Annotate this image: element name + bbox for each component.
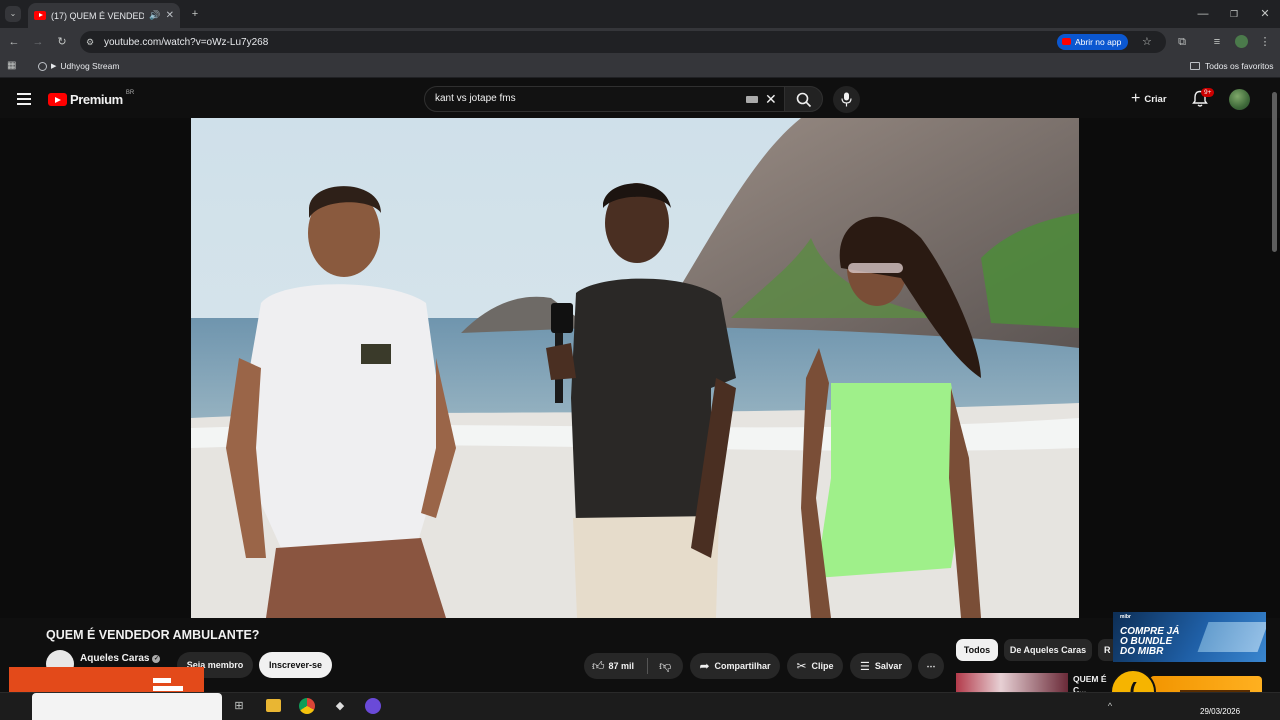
create-button[interactable]: + Criar — [1131, 90, 1167, 108]
app-purple-icon[interactable] — [365, 698, 381, 714]
task-view-icon[interactable]: ⊞ — [232, 699, 246, 713]
youtube-app-icon — [1062, 38, 1071, 45]
clip-label: Clipe — [811, 661, 834, 671]
taskbar-search-box[interactable] — [32, 693, 222, 720]
all-bookmarks-button[interactable]: Todos os favoritos — [1190, 61, 1274, 71]
like-count: 87 mil — [608, 661, 635, 671]
chip-all[interactable]: Todos — [956, 639, 998, 661]
video-title: QUEM É VENDEDOR AMBULANTE? — [46, 628, 260, 642]
open-in-app-button[interactable]: Abrir no app — [1057, 34, 1129, 50]
like-dislike-group: 👍︎ 87 mil 👎︎ — [584, 653, 683, 679]
reload-icon[interactable]: ↻ — [55, 35, 69, 49]
chrome-taskbar-icon[interactable] — [299, 698, 315, 714]
tray-chevron-icon[interactable]: ^ — [1105, 699, 1115, 713]
channel-name-text: Aqueles Caras — [80, 653, 150, 664]
keyboard-icon[interactable] — [746, 96, 758, 103]
restore-icon[interactable]: ❐ — [1227, 7, 1241, 21]
file-explorer-icon[interactable] — [266, 699, 281, 712]
clear-search-icon[interactable]: ✕ — [765, 87, 777, 111]
save-button[interactable]: ☰ Salvar — [850, 653, 912, 679]
audio-playing-icon[interactable]: 🔊 — [149, 10, 160, 21]
search-button[interactable] — [784, 86, 823, 112]
scissors-icon: ✂ — [796, 659, 807, 673]
window-close-icon[interactable]: ✕ — [1258, 7, 1272, 21]
thumbs-up-icon: 👍︎ — [592, 658, 605, 673]
minimize-icon[interactable]: — — [1196, 7, 1210, 21]
page-scrollbar-thumb[interactable] — [1272, 92, 1277, 252]
like-button[interactable]: 👍︎ 87 mil — [592, 659, 634, 674]
profile-avatar[interactable] — [1235, 35, 1248, 48]
ad-text: COMPRE JÁ O BUNDLE DO MIBR — [1120, 627, 1179, 657]
share-label: Compartilhar — [714, 661, 771, 671]
notifications-button[interactable]: 9+ — [1192, 88, 1215, 113]
create-label: Criar — [1144, 93, 1167, 105]
back-icon[interactable]: ← — [7, 35, 21, 49]
voice-search-button[interactable] — [833, 86, 860, 113]
tab-search-chevron-icon[interactable]: ⌄ — [5, 6, 21, 22]
chrome-menu-icon[interactable]: ⋮ — [1258, 35, 1272, 49]
more-actions-button[interactable]: ⋯ — [918, 653, 944, 679]
new-tab-icon[interactable]: + — [188, 7, 202, 21]
app-diamond-icon[interactable]: ◆ — [333, 699, 347, 713]
globe-icon — [38, 61, 47, 71]
apps-grid-icon[interactable]: ▦ — [7, 59, 16, 73]
hamburger-menu-icon[interactable] — [17, 93, 31, 105]
play-icon: ▶ — [51, 63, 57, 70]
media-controls-icon[interactable]: ≡ — [1210, 35, 1224, 49]
video-frame-image — [191, 118, 1079, 618]
microphone-icon — [841, 92, 852, 107]
recommendation-thumbnail[interactable] — [956, 673, 1068, 692]
clip-button[interactable]: ✂ Clipe — [787, 653, 843, 679]
bookmark-udhyog-stream[interactable]: ▶ Udhyog Stream — [38, 61, 119, 71]
like-divider — [647, 658, 649, 674]
save-label: Salvar — [874, 661, 902, 671]
more-horizontal-icon: ⋯ — [926, 660, 936, 671]
subscribe-button[interactable]: Inscrever-se — [259, 652, 332, 678]
site-info-icon[interactable]: ⚙ — [86, 35, 94, 49]
chip-channel[interactable]: De Aqueles Caras — [1004, 639, 1092, 661]
bookmarks-bar: ▦ ▶ Udhyog Stream Todos os favoritos — [0, 56, 1280, 78]
windows-taskbar: ⊞ ◆ ^ 29/03/2026 — [0, 692, 1280, 720]
tab-title: (17) QUEM É VENDEDOR AI — [51, 10, 145, 21]
ad-brand: mibr — [1120, 614, 1131, 620]
thumbs-down-icon[interactable]: 👎︎ — [659, 659, 671, 674]
mibr-ad-banner[interactable]: mibr COMPRE JÁ O BUNDLE DO MIBR — [1113, 612, 1266, 662]
folder-icon — [1190, 62, 1200, 70]
share-button[interactable]: ➦ Compartilhar — [690, 653, 780, 679]
ad-weapon-graphic — [1197, 622, 1266, 652]
account-avatar[interactable] — [1229, 89, 1250, 110]
plus-icon: + — [1131, 90, 1141, 107]
region-code: BR — [125, 89, 135, 96]
search-icon — [796, 92, 812, 108]
search-input[interactable]: kant vs jotape fms ✕ — [424, 86, 785, 112]
extensions-icon[interactable]: ⧉ — [1175, 35, 1189, 49]
url-text: youtube.com/watch?v=oWz-Lu7y268 — [104, 36, 269, 48]
youtube-premium-logo[interactable]: Premium BR — [48, 89, 135, 107]
subscribe-label: Inscrever-se — [268, 660, 323, 670]
bookmark-label: Udhyog Stream — [60, 61, 120, 71]
chip-channel-label: De Aqueles Caras — [1009, 645, 1087, 655]
bookmark-star-icon[interactable]: ☆ — [1142, 35, 1152, 49]
logo-text: Premium — [70, 92, 123, 107]
tab-close-icon[interactable]: ✕ — [166, 10, 174, 21]
notification-badge: 9+ — [1201, 88, 1215, 97]
browser-tab-strip: ⌄ (17) QUEM É VENDEDOR AI 🔊 ✕ + — ❐ ✕ — [0, 0, 1280, 28]
chip-more-label: R — [1104, 645, 1111, 655]
video-player[interactable] — [191, 118, 1079, 618]
open-in-app-label: Abrir no app — [1075, 37, 1122, 47]
search-query: kant vs jotape fms — [435, 93, 516, 104]
forward-icon[interactable]: → — [31, 35, 45, 49]
ad-line-3: DO MIBR — [1120, 646, 1164, 657]
share-arrow-icon: ➦ — [699, 659, 710, 673]
browser-tab-active[interactable]: (17) QUEM É VENDEDOR AI 🔊 ✕ — [28, 3, 180, 28]
channel-name[interactable]: Aqueles Caras ✓ — [80, 653, 161, 664]
youtube-favicon-icon — [34, 11, 46, 20]
address-bar[interactable]: ⚙ youtube.com/watch?v=oWz-Lu7y268 Abrir … — [80, 31, 1166, 53]
taskbar-date: 29/03/2026 — [1200, 707, 1241, 716]
chip-all-label: Todos — [963, 645, 991, 655]
playlist-add-icon: ☰ — [860, 660, 870, 673]
all-bookmarks-label: Todos os favoritos — [1205, 61, 1274, 71]
verified-icon: ✓ — [152, 654, 161, 663]
youtube-logo-icon — [48, 93, 67, 106]
